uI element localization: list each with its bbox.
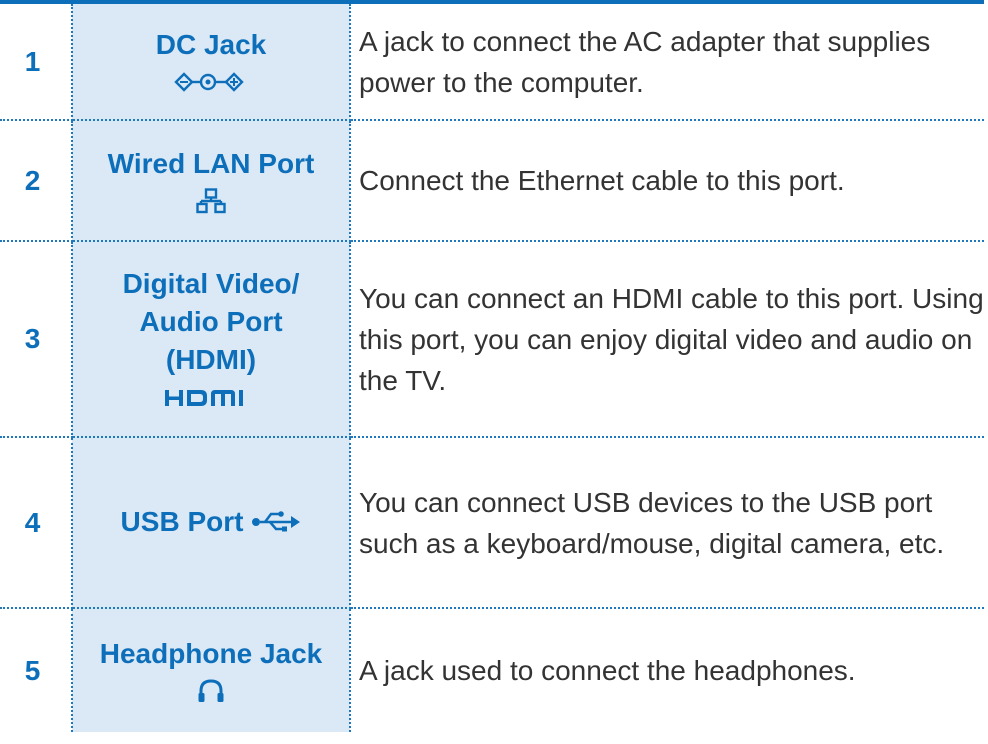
- row-number: 4: [0, 437, 73, 609]
- port-name-cell: DC Jack: [72, 4, 351, 121]
- port-description: You can connect USB devices to the USB p…: [350, 437, 984, 609]
- usb-icon: [251, 504, 301, 542]
- ports-table: 1 DC Jack A jack to connect the AC adapt…: [0, 4, 984, 732]
- row-number: 1: [0, 4, 73, 121]
- port-name: DC Jack: [155, 28, 267, 60]
- port-name: Wired LAN Port: [107, 147, 315, 179]
- table-row: 3 Digital Video/ Audio Port (HDMI) You c…: [0, 241, 984, 438]
- table-row: 2 Wired LAN Port Connect the Ethernet ca…: [0, 120, 984, 242]
- table-row: 5 Headphone Jack A jack used to connect …: [0, 608, 984, 732]
- port-name-line: (HDMI): [165, 344, 257, 375]
- lan-port-icon: [73, 183, 349, 217]
- dc-jack-icon: [73, 64, 349, 98]
- table-row: 4 USB Port You can connect USB devices t…: [0, 437, 984, 609]
- port-name: Headphone Jack: [99, 637, 323, 669]
- table-row: 1 DC Jack A jack to connect the AC adapt…: [0, 4, 984, 121]
- port-description: A jack used to connect the headphones.: [359, 655, 856, 686]
- port-description: Connect the Ethernet cable to this port.: [350, 120, 984, 242]
- port-name-cell: Digital Video/ Audio Port (HDMI): [72, 241, 351, 438]
- port-description: A jack to connect the AC adapter that su…: [350, 4, 984, 121]
- port-table: 1 DC Jack A jack to connect the AC adapt…: [0, 0, 984, 732]
- row-number: 3: [0, 241, 73, 438]
- port-name-cell: USB Port: [72, 437, 351, 609]
- port-name-line: Digital Video/: [122, 268, 300, 299]
- port-name-cell: Headphone Jack: [72, 608, 351, 732]
- row-number: 2: [0, 120, 73, 242]
- headphone-icon: [73, 673, 349, 707]
- port-name-cell: Wired LAN Port: [72, 120, 351, 242]
- port-name: USB Port: [120, 505, 244, 537]
- port-name-line: Audio Port: [139, 306, 283, 337]
- row-number: 5: [0, 608, 73, 732]
- hdmi-icon: [73, 379, 349, 413]
- port-description: You can connect an HDMI cable to this po…: [350, 241, 984, 438]
